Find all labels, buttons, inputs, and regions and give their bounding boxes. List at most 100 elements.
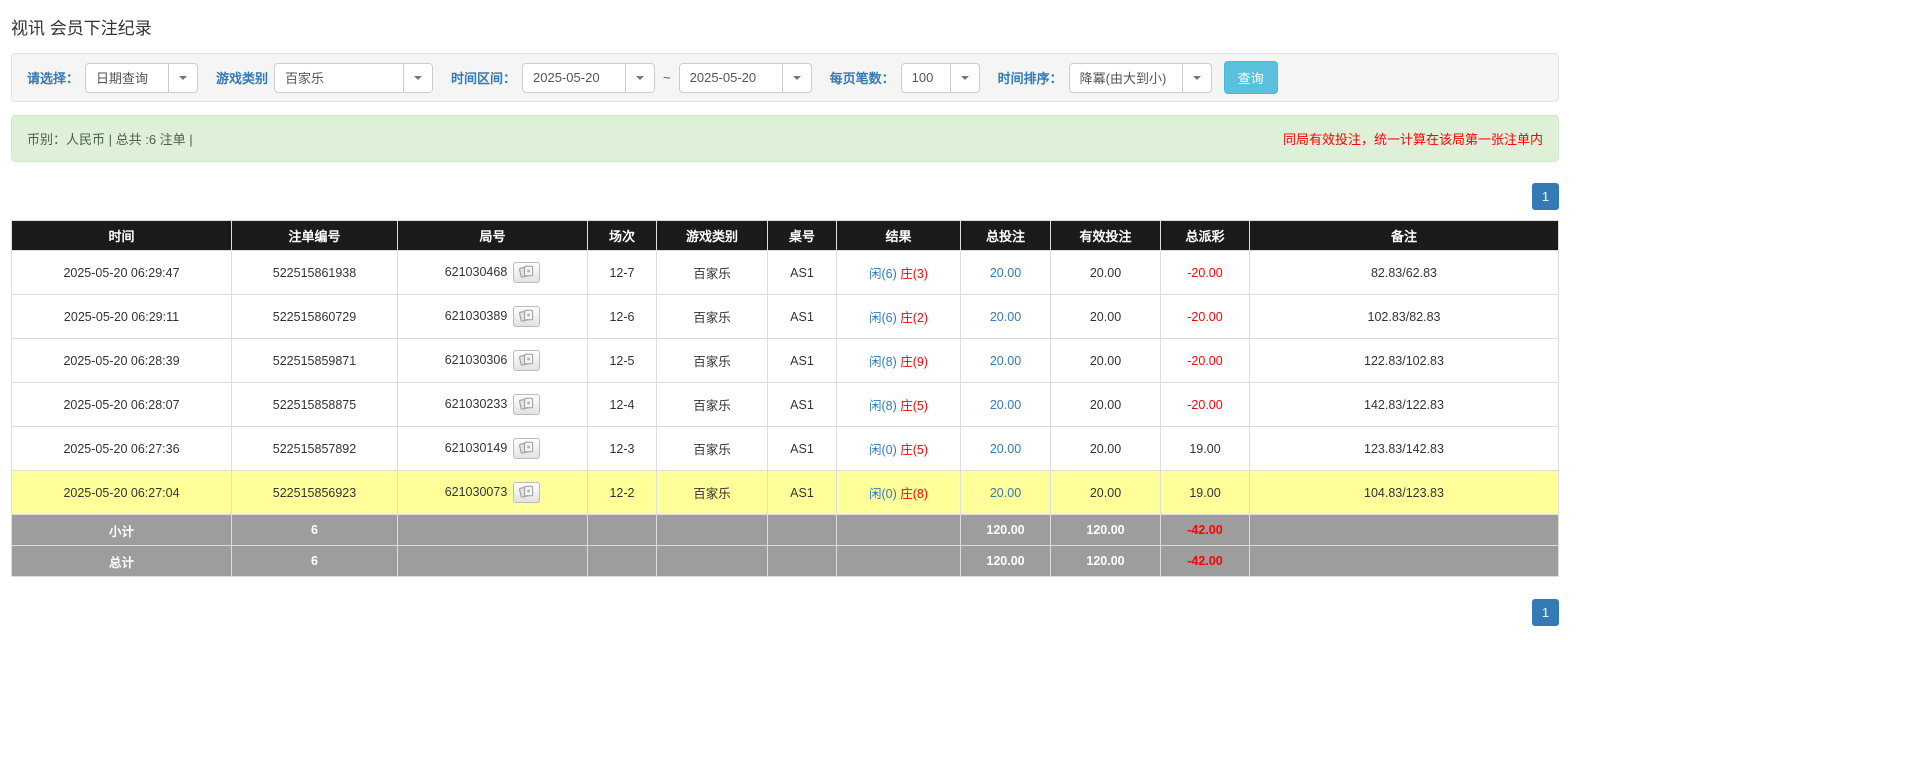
footer-valid-bet: 120.00 — [1051, 515, 1161, 546]
footer-label: 总计 — [12, 546, 232, 577]
view-round-button[interactable] — [513, 482, 540, 503]
total-bet-link[interactable]: 20.00 — [990, 310, 1021, 324]
view-round-button[interactable] — [513, 306, 540, 327]
total-bet-link[interactable]: 20.00 — [990, 486, 1021, 500]
footer-empty-cell — [837, 515, 961, 546]
column-header: 备注 — [1250, 221, 1559, 251]
total-bet-link[interactable]: 20.00 — [990, 266, 1021, 280]
sort-combobox[interactable]: 降冪(由大到小) — [1069, 63, 1212, 93]
cards-icon — [519, 441, 534, 454]
footer-empty-cell — [768, 515, 837, 546]
cell-time: 2025-05-20 06:27:04 — [12, 471, 232, 515]
result-player: 闲(8) — [869, 355, 897, 369]
chevron-down-icon — [636, 76, 644, 80]
total-bet-link[interactable]: 20.00 — [990, 354, 1021, 368]
cell-result: 闲(8) 庄(5) — [837, 383, 961, 427]
date-from-value: 2025-05-20 — [523, 64, 625, 92]
cell-remark: 104.83/123.83 — [1250, 471, 1559, 515]
column-header: 有效投注 — [1051, 221, 1161, 251]
cell-session: 12-4 — [588, 383, 657, 427]
cell-payout: 19.00 — [1161, 427, 1250, 471]
sort-dropdown-button[interactable] — [1182, 64, 1211, 92]
cell-session: 12-3 — [588, 427, 657, 471]
page-container: 视讯 会员下注纪录 请选择： 日期查询 游戏类别 百家乐 时间区间： 2025-… — [11, 0, 1559, 646]
cell-session: 12-6 — [588, 295, 657, 339]
cell-payout: -20.00 — [1161, 339, 1250, 383]
table-row: 2025-05-20 06:28:39522515859871621030306… — [12, 339, 1559, 383]
footer-remark-empty — [1250, 546, 1559, 577]
footer-empty-cell — [588, 546, 657, 577]
cell-total-bet: 20.00 — [961, 471, 1051, 515]
date-from-combobox[interactable]: 2025-05-20 — [522, 63, 655, 93]
round-id-text: 621030468 — [445, 265, 508, 279]
cell-remark: 123.83/142.83 — [1250, 427, 1559, 471]
result-player: 闲(0) — [869, 443, 897, 457]
cell-valid-bet: 20.00 — [1051, 471, 1161, 515]
cell-bet-id: 522515856923 — [232, 471, 398, 515]
cell-game-type: 百家乐 — [657, 383, 768, 427]
chevron-down-icon — [414, 76, 422, 80]
cell-result: 闲(8) 庄(9) — [837, 339, 961, 383]
cell-round-id: 621030149 — [398, 427, 588, 471]
cell-remark: 102.83/82.83 — [1250, 295, 1559, 339]
total-bet-link[interactable]: 20.00 — [990, 398, 1021, 412]
cell-total-bet: 20.00 — [961, 251, 1051, 295]
game-type-dropdown-button[interactable] — [403, 64, 432, 92]
cell-remark: 82.83/62.83 — [1250, 251, 1559, 295]
table-row: 2025-05-20 06:29:11522515860729621030389… — [12, 295, 1559, 339]
result-banker: 庄(2) — [900, 311, 928, 325]
date-from-dropdown-button[interactable] — [625, 64, 654, 92]
page-size-dropdown-button[interactable] — [950, 64, 979, 92]
table-footer: 小计6120.00120.00-42.00总计6120.00120.00-42.… — [12, 515, 1559, 577]
page-title: 视讯 会员下注纪录 — [11, 14, 1559, 39]
round-id-text: 621030233 — [445, 397, 508, 411]
cell-time: 2025-05-20 06:29:47 — [12, 251, 232, 295]
cell-payout: -20.00 — [1161, 251, 1250, 295]
cell-bet-id: 522515858875 — [232, 383, 398, 427]
cell-total-bet: 20.00 — [961, 295, 1051, 339]
cell-valid-bet: 20.00 — [1051, 427, 1161, 471]
date-to-dropdown-button[interactable] — [782, 64, 811, 92]
cell-bet-id: 522515857892 — [232, 427, 398, 471]
query-type-value: 日期查询 — [86, 64, 168, 92]
search-button[interactable]: 查询 — [1224, 61, 1278, 94]
total-bet-link[interactable]: 20.00 — [990, 442, 1021, 456]
time-range-label: 时间区间： — [451, 68, 516, 87]
round-id-text: 621030306 — [445, 353, 508, 367]
view-round-button[interactable] — [513, 350, 540, 371]
cell-bet-id: 522515859871 — [232, 339, 398, 383]
column-header: 游戏类别 — [657, 221, 768, 251]
cell-valid-bet: 20.00 — [1051, 339, 1161, 383]
filter-bar: 请选择： 日期查询 游戏类别 百家乐 时间区间： 2025-05-20 ~ 20… — [11, 53, 1559, 102]
table-row: 2025-05-20 06:29:47522515861938621030468… — [12, 251, 1559, 295]
cell-session: 12-5 — [588, 339, 657, 383]
cell-round-id: 621030073 — [398, 471, 588, 515]
chevron-down-icon — [793, 76, 801, 80]
cell-valid-bet: 20.00 — [1051, 383, 1161, 427]
summary-bar: 币别：人民币 | 总共 :6 注单 | 同局有效投注，统一计算在该局第一张注单内 — [11, 115, 1559, 162]
footer-empty-cell — [398, 546, 588, 577]
cell-remark: 122.83/102.83 — [1250, 339, 1559, 383]
view-round-button[interactable] — [513, 394, 540, 415]
query-type-combobox[interactable]: 日期查询 — [85, 63, 198, 93]
table-row: 2025-05-20 06:28:07522515858875621030233… — [12, 383, 1559, 427]
view-round-button[interactable] — [513, 262, 540, 283]
view-round-button[interactable] — [513, 438, 540, 459]
date-to-combobox[interactable]: 2025-05-20 — [679, 63, 812, 93]
summary-currency-count-text: 币别：人民币 | 总共 :6 注单 | — [27, 129, 193, 148]
query-type-dropdown-button[interactable] — [168, 64, 197, 92]
cards-icon — [519, 265, 534, 278]
page-1-button-bottom[interactable]: 1 — [1532, 599, 1559, 626]
cell-result: 闲(0) 庄(8) — [837, 471, 961, 515]
game-type-combobox[interactable]: 百家乐 — [274, 63, 433, 93]
page-size-combobox[interactable]: 100 — [901, 63, 980, 93]
round-id-text: 621030073 — [445, 485, 508, 499]
footer-valid-bet: 120.00 — [1051, 546, 1161, 577]
page-size-value: 100 — [902, 64, 950, 92]
result-player: 闲(8) — [869, 399, 897, 413]
footer-empty-cell — [588, 515, 657, 546]
page-1-button[interactable]: 1 — [1532, 183, 1559, 210]
footer-count: 6 — [232, 546, 398, 577]
bet-records-table: 时间注单编号局号场次游戏类别桌号结果总投注有效投注总派彩备注 2025-05-2… — [11, 220, 1559, 577]
footer-empty-cell — [398, 515, 588, 546]
